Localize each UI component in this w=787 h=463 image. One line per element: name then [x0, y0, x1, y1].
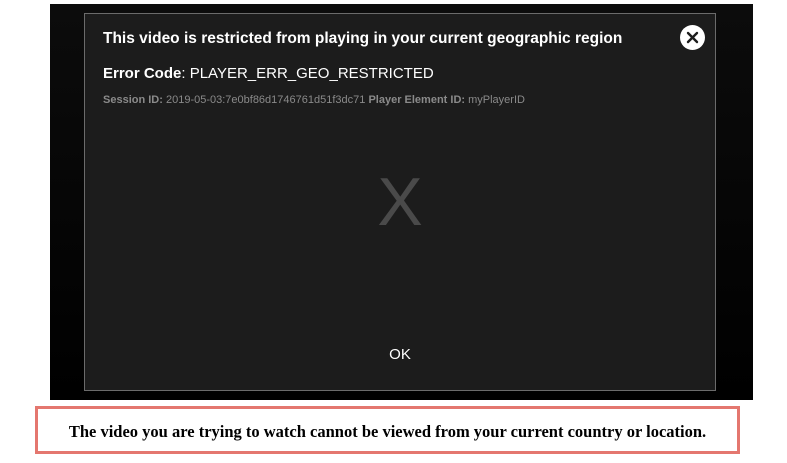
error-code-label: Error Code — [103, 65, 182, 82]
error-x-icon: X — [377, 164, 423, 240]
error-code-value: PLAYER_ERR_GEO_RESTRICTED — [189, 65, 434, 82]
ok-button[interactable]: OK — [85, 346, 715, 363]
player-element-label: Player Element ID: — [368, 94, 466, 106]
error-code-line: Error Code: PLAYER_ERR_GEO_RESTRICTED — [103, 65, 434, 82]
session-info: Session ID: 2019-05-03:7e0bf86d1746761d5… — [103, 94, 525, 106]
close-icon — [686, 31, 699, 44]
dialog-title: This video is restricted from playing in… — [103, 30, 623, 47]
caption-text: The video you are trying to watch cannot… — [68, 422, 707, 441]
caption-box: The video you are trying to watch cannot… — [35, 406, 740, 454]
error-dialog: This video is restricted from playing in… — [84, 13, 716, 391]
close-button[interactable] — [680, 25, 705, 50]
player-element-value: myPlayerID — [468, 94, 525, 106]
session-id-label: Session ID: — [103, 94, 163, 106]
session-id-value: 2019-05-03:7e0bf86d1746761d51f3dc71 — [165, 94, 366, 106]
error-code-separator: : — [181, 65, 190, 82]
